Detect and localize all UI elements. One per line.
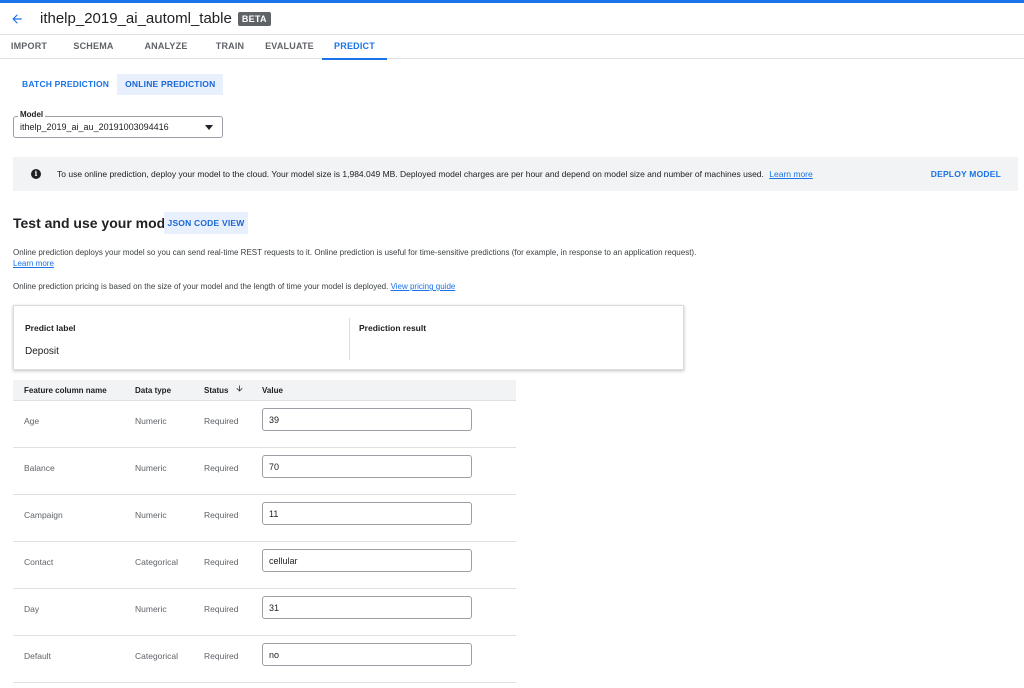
arrow-down-icon <box>235 380 244 401</box>
feature-name: Campaign <box>24 510 63 520</box>
table-row: Contact Categorical Required <box>13 542 516 589</box>
feature-name: Day <box>24 604 40 614</box>
value-input-contact[interactable] <box>262 549 472 572</box>
tab-predict[interactable]: PREDICT <box>322 35 387 60</box>
table-row: Age Numeric Required <box>13 401 516 448</box>
feature-table: Feature column name Data type Status Val… <box>13 380 516 683</box>
tab-import[interactable]: IMPORT <box>0 35 58 59</box>
table-row: Default Categorical Required <box>13 636 516 683</box>
data-type: Categorical <box>135 651 178 661</box>
status: Required <box>204 510 239 520</box>
header-status-label: Status <box>204 386 229 395</box>
page-title: ithelp_2019_ai_automl_table <box>40 10 232 27</box>
info-icon: i <box>31 169 41 179</box>
json-code-view-button[interactable]: JSON CODE VIEW <box>164 212 248 234</box>
tab-batch-prediction[interactable]: BATCH PREDICTION <box>14 74 117 95</box>
banner-learn-more-link[interactable]: Learn more <box>769 169 812 179</box>
predict-label-value: Deposit <box>25 346 59 357</box>
tab-evaluate[interactable]: EVALUATE <box>257 35 322 59</box>
feature-name: Contact <box>24 557 54 567</box>
prediction-result-heading: Prediction result <box>359 323 427 333</box>
tab-analyze[interactable]: ANALYZE <box>129 35 203 59</box>
status: Required <box>204 651 239 661</box>
header-value: Value <box>262 386 283 395</box>
header-status[interactable]: Status <box>204 380 244 401</box>
value-input-default[interactable] <box>262 643 472 666</box>
pricing-description: Online prediction pricing is based on th… <box>13 281 455 292</box>
pricing-text: Online prediction pricing is based on th… <box>13 282 389 291</box>
data-type: Categorical <box>135 557 178 567</box>
deploy-info-banner: i To use online prediction, deploy your … <box>13 157 1018 191</box>
status: Required <box>204 604 239 614</box>
feature-name: Balance <box>24 463 55 473</box>
table-row: Day Numeric Required <box>13 589 516 636</box>
deploy-model-button[interactable]: DEPLOY MODEL <box>931 169 1001 179</box>
feature-name: Default <box>24 651 51 661</box>
main-tabs: IMPORT SCHEMA ANALYZE TRAIN EVALUATE PRE… <box>0 35 1024 60</box>
model-select[interactable]: ithelp_2019_ai_au_20191003094416 <box>13 116 223 138</box>
view-pricing-guide-link[interactable]: View pricing guide <box>391 282 456 291</box>
value-input-campaign[interactable] <box>262 502 472 525</box>
tab-online-prediction[interactable]: ONLINE PREDICTION <box>117 74 224 95</box>
table-header: Feature column name Data type Status Val… <box>13 380 516 401</box>
arrow-back-icon[interactable] <box>2 4 32 34</box>
banner-message: To use online prediction, deploy your mo… <box>57 169 764 179</box>
description-text: Online prediction deploys your model so … <box>13 248 697 257</box>
data-type: Numeric <box>135 416 167 426</box>
status: Required <box>204 463 239 473</box>
table-row: Campaign Numeric Required <box>13 495 516 542</box>
data-type: Numeric <box>135 510 167 520</box>
app-header: ithelp_2019_ai_automl_table BETA <box>0 3 1024 35</box>
header-feature-column: Feature column name <box>24 386 107 395</box>
online-prediction-description: Online prediction deploys your model so … <box>13 247 703 269</box>
section-title: Test and use your model <box>13 215 177 231</box>
value-input-age[interactable] <box>262 408 472 431</box>
model-field-label: Model <box>18 110 46 119</box>
tab-schema[interactable]: SCHEMA <box>58 35 129 59</box>
status: Required <box>204 557 239 567</box>
data-type: Numeric <box>135 463 167 473</box>
prediction-mode-tabs: BATCH PREDICTION ONLINE PREDICTION <box>14 74 224 95</box>
value-input-day[interactable] <box>262 596 472 619</box>
banner-text: To use online prediction, deploy your mo… <box>57 169 813 179</box>
feature-name: Age <box>24 416 40 426</box>
predict-card: Predict label Deposit Prediction result <box>13 305 684 370</box>
data-type: Numeric <box>135 604 167 614</box>
description-learn-more-link[interactable]: Learn more <box>13 259 54 268</box>
header-data-type: Data type <box>135 386 172 395</box>
value-input-balance[interactable] <box>262 455 472 478</box>
model-select-value: ithelp_2019_ai_au_20191003094416 <box>20 122 169 132</box>
beta-badge: BETA <box>237 11 271 26</box>
table-row: Balance Numeric Required <box>13 448 516 495</box>
card-divider <box>349 318 350 360</box>
dropdown-arrow-icon <box>205 125 213 130</box>
predict-label-heading: Predict label <box>25 323 76 333</box>
status: Required <box>204 416 239 426</box>
tab-train[interactable]: TRAIN <box>203 35 257 59</box>
